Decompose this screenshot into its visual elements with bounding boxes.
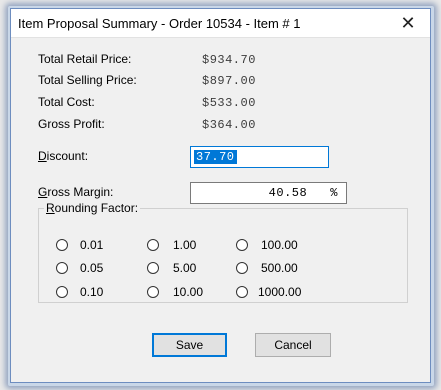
discount-label: Discount: <box>38 149 88 163</box>
total-retail-price-label: Total Retail Price: <box>38 52 132 66</box>
gross-margin-input[interactable]: 40.58 % <box>190 182 347 204</box>
discount-input[interactable]: 37.70 <box>190 146 329 168</box>
total-retail-price-value: $934.70 <box>202 53 256 67</box>
rounding-mnemonic: R <box>46 201 55 215</box>
item-proposal-dialog: Item Proposal Summary - Order 10534 - It… <box>10 8 431 383</box>
total-selling-price-value: $897.00 <box>202 74 256 88</box>
rounding-radio-0-05[interactable] <box>56 262 68 274</box>
rounding-factor-label: Rounding Factor: <box>44 201 141 215</box>
rounding-radio-1-00[interactable] <box>147 239 159 251</box>
rounding-option-0-05: 0.05 <box>80 261 104 275</box>
rounding-radio-100-00[interactable] <box>236 239 248 251</box>
rounding-radio-1000-00[interactable] <box>236 286 248 298</box>
save-button[interactable]: Save <box>152 333 227 357</box>
rounding-option-5-00: 5.00 <box>173 261 197 275</box>
rounding-radio-500-00[interactable] <box>236 262 248 274</box>
rounding-option-10-00: 10.00 <box>173 285 204 299</box>
total-cost-label: Total Cost: <box>38 95 95 109</box>
gross-profit-value: $364.00 <box>202 118 256 132</box>
close-button[interactable]: ✕ <box>386 9 430 37</box>
discount-value: 37.70 <box>194 150 237 164</box>
close-icon: ✕ <box>400 13 416 33</box>
gross-profit-label: Gross Profit: <box>38 117 105 131</box>
gross-margin-number: 40.58 <box>268 186 308 200</box>
rounding-option-100-00: 100.00 <box>261 238 298 252</box>
gross-margin-mnemonic: G <box>38 185 48 199</box>
rounding-option-1-00: 1.00 <box>173 238 197 252</box>
rounding-radio-5-00[interactable] <box>147 262 159 274</box>
rounding-radio-10-00[interactable] <box>147 286 159 298</box>
title-bar: Item Proposal Summary - Order 10534 - It… <box>11 9 430 38</box>
cancel-button[interactable]: Cancel <box>255 333 331 357</box>
rounding-radio-0-10[interactable] <box>56 286 68 298</box>
rounding-label-text: ounding Factor: <box>54 201 139 215</box>
rounding-option-500-00: 500.00 <box>261 261 298 275</box>
rounding-radio-0-01[interactable] <box>56 239 68 251</box>
gross-margin-value: 40.58 % <box>269 186 338 200</box>
discount-mnemonic: D <box>38 149 47 163</box>
gross-margin-label: Gross Margin: <box>38 185 113 199</box>
rounding-option-0-10: 0.10 <box>80 285 104 299</box>
rounding-option-0-01: 0.01 <box>80 238 104 252</box>
total-selling-price-label: Total Selling Price: <box>38 73 137 87</box>
rounding-option-1000-00: 1000.00 <box>258 285 302 299</box>
window-title: Item Proposal Summary - Order 10534 - It… <box>18 16 301 31</box>
total-cost-value: $533.00 <box>202 96 256 110</box>
discount-label-text: iscount: <box>46 149 89 163</box>
gross-margin-unit: % <box>330 186 338 200</box>
gross-margin-label-text: ross Margin: <box>47 185 114 199</box>
